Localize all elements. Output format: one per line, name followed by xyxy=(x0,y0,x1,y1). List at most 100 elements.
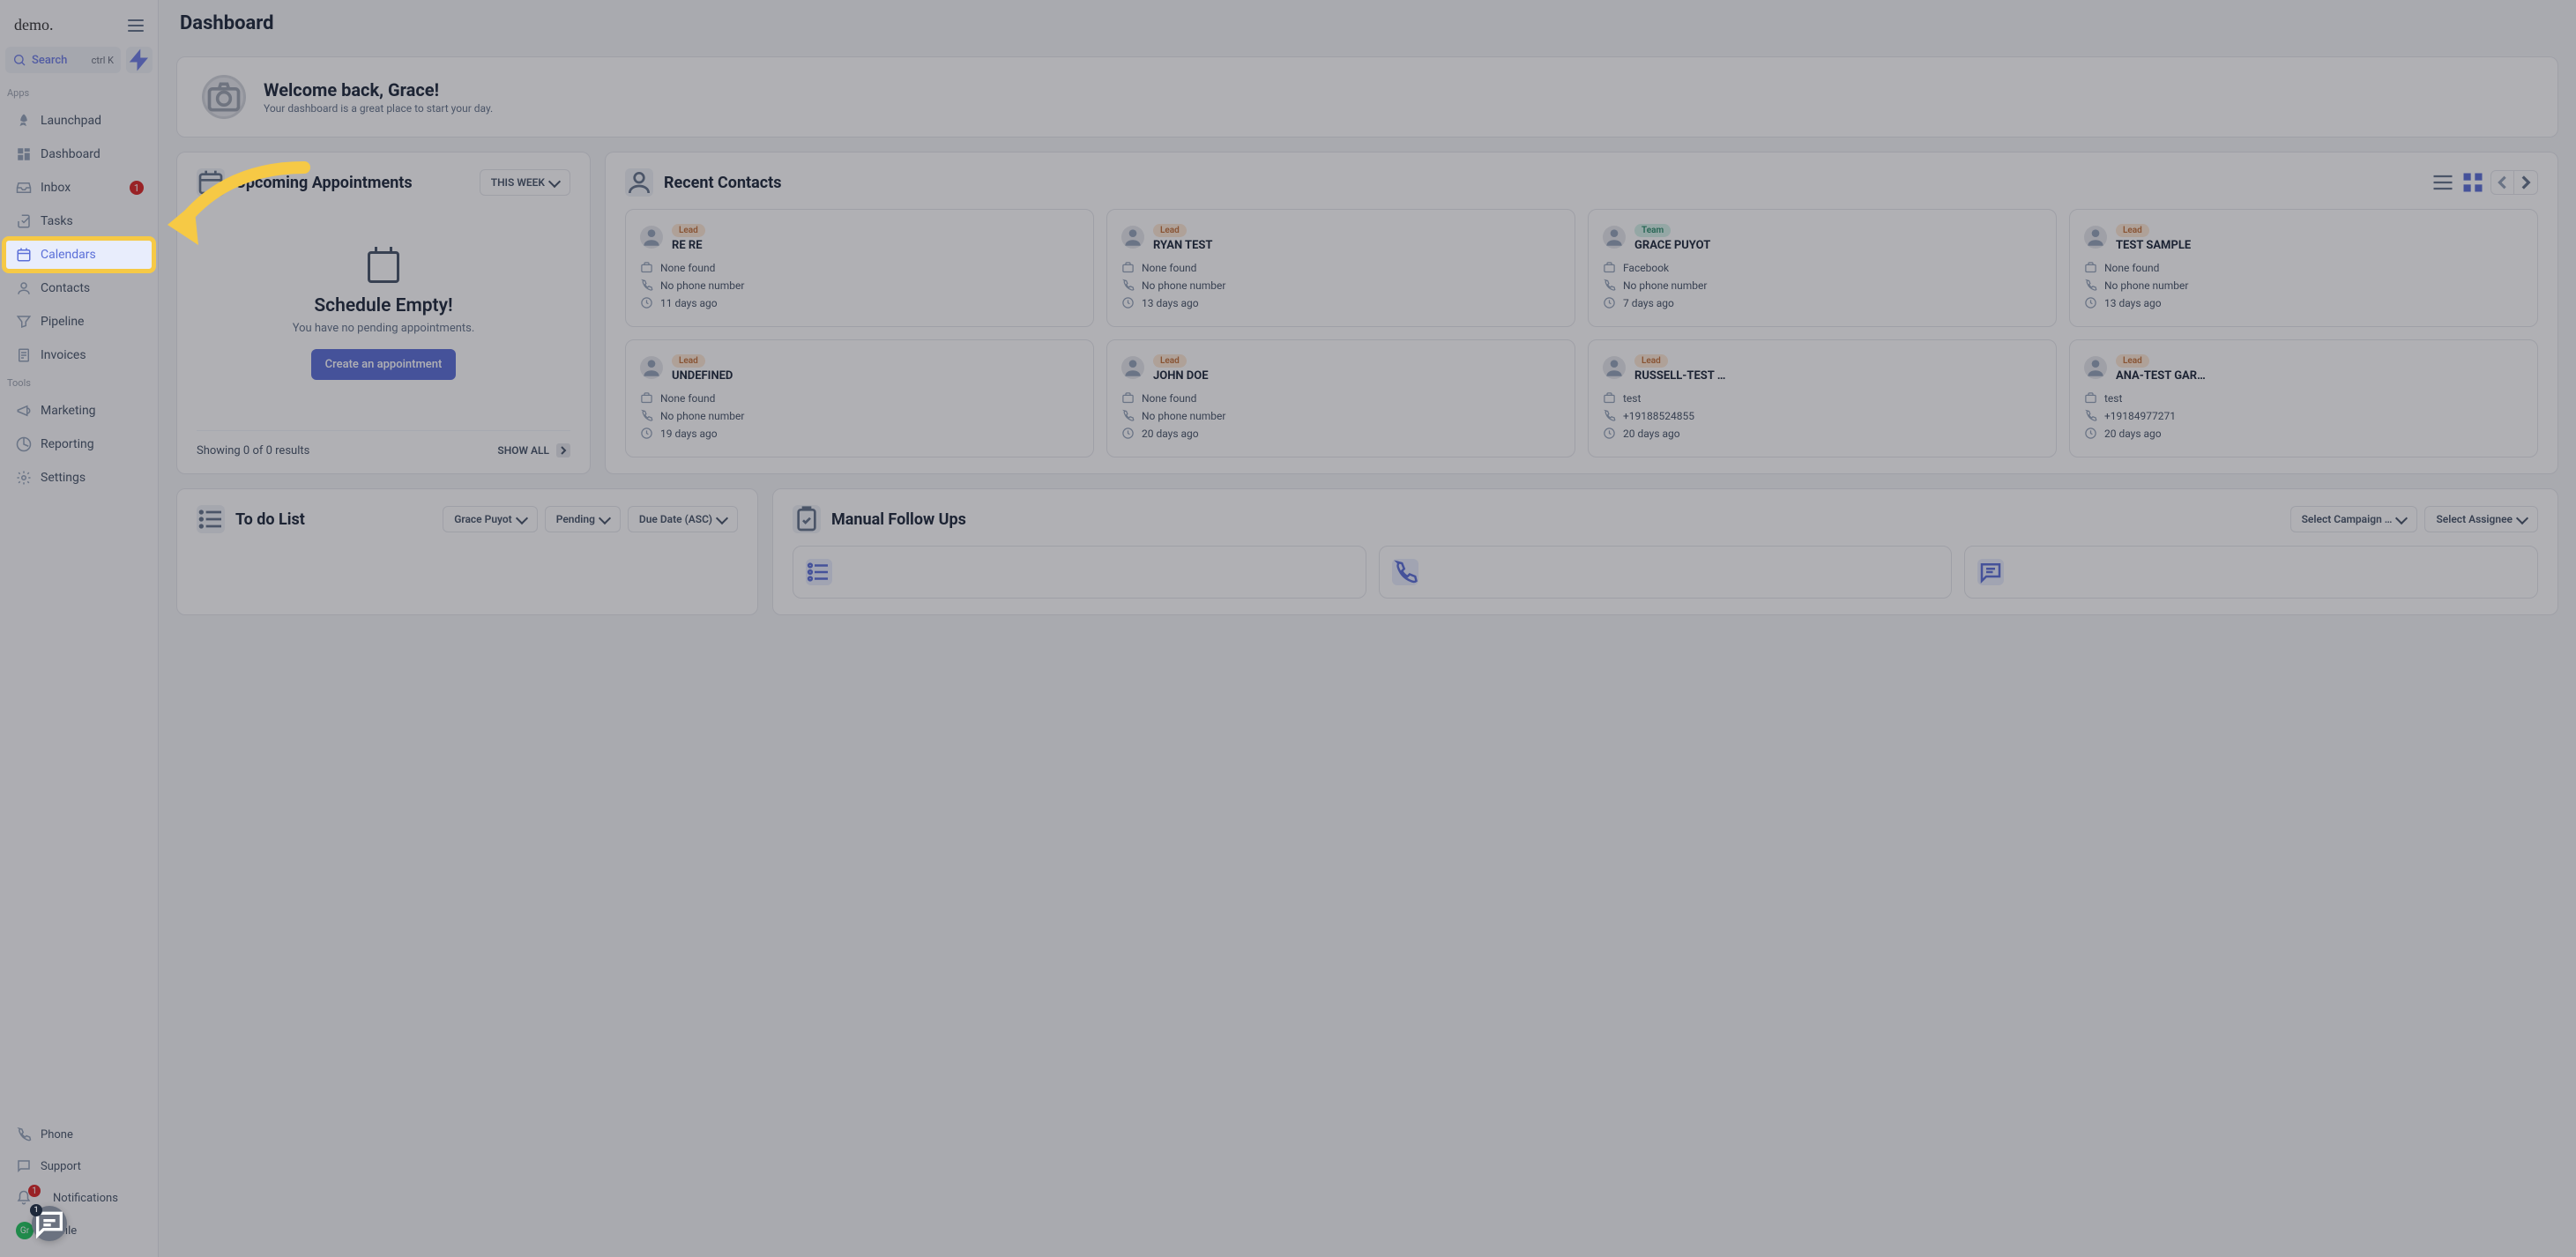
todo-sort-filter[interactable]: Due Date (ASC) xyxy=(628,506,738,532)
avatar-icon xyxy=(1121,356,1144,379)
sidebar-collapse-button[interactable] xyxy=(128,19,144,32)
contact-card[interactable]: Lead JOHN DOE None found No phone number… xyxy=(1106,339,1575,457)
grid-view-button[interactable] xyxy=(2461,170,2485,195)
sidebar-item-launchpad[interactable]: Launchpad xyxy=(5,106,153,136)
upcoming-appointments-card: Upcoming Appointments THIS WEEK Schedule… xyxy=(176,152,591,474)
chevron-down-icon xyxy=(716,511,728,524)
contact-card[interactable]: Lead ANA-TEST GAR… test +19184977271 20 … xyxy=(2069,339,2538,457)
sidebar-item-label: Inbox xyxy=(41,181,71,195)
chevron-down-icon xyxy=(599,511,611,524)
pipeline-icon xyxy=(16,314,32,330)
contact-name: TEST SAMPLE xyxy=(2116,239,2523,252)
inbox-badge: 1 xyxy=(130,181,144,195)
welcome-card: Welcome back, Grace! Your dashboard is a… xyxy=(176,56,2558,138)
clock-icon xyxy=(1603,427,1616,440)
sidebar: demo. Search ctrl K Apps Launchpad Dashb… xyxy=(0,0,159,1257)
contact-tag: Lead xyxy=(1634,354,1668,368)
clock-icon xyxy=(2084,296,2097,309)
sidebar-item-dashboard[interactable]: Dashboard xyxy=(5,139,153,169)
sidebar-item-settings[interactable]: Settings xyxy=(5,463,153,493)
chevron-down-icon xyxy=(2395,511,2408,524)
briefcase-icon xyxy=(1603,391,1616,405)
sidebar-item-pipeline[interactable]: Pipeline xyxy=(5,307,153,337)
sidebar-item-phone[interactable]: Phone xyxy=(5,1119,153,1149)
empty-title: Schedule Empty! xyxy=(314,295,452,316)
contact-card[interactable]: Lead RYAN TEST None found No phone numbe… xyxy=(1106,209,1575,327)
appointments-range-dropdown[interactable]: THIS WEEK xyxy=(480,169,570,196)
sidebar-item-calendars[interactable]: Calendars xyxy=(5,240,153,270)
contact-time: 20 days ago xyxy=(2104,428,2162,440)
main: Dashboard Welcome back, Grace! Your dash… xyxy=(159,0,2576,1257)
notif-badge: 1 xyxy=(28,1185,41,1197)
followup-tasks-box[interactable] xyxy=(793,546,1366,599)
chevron-down-icon xyxy=(516,511,528,524)
welcome-subtitle: Your dashboard is a great place to start… xyxy=(264,102,493,115)
avatar-icon xyxy=(640,226,663,249)
sidebar-item-notifications[interactable]: 1 Notifications xyxy=(5,1183,153,1213)
contact-card[interactable]: Lead TEST SAMPLE None found No phone num… xyxy=(2069,209,2538,327)
sidebar-item-label: Settings xyxy=(41,471,86,485)
contact-tag: Lead xyxy=(672,354,705,368)
clipboard-check-icon xyxy=(793,505,821,533)
sidebar-item-invoices[interactable]: Invoices xyxy=(5,340,153,370)
sidebar-item-marketing[interactable]: Marketing xyxy=(5,396,153,426)
sidebar-item-label: Notifications xyxy=(53,1192,118,1205)
sidebar-item-label: Reporting xyxy=(41,437,94,451)
chevron-right-icon xyxy=(556,443,570,457)
sidebar-item-tasks[interactable]: Tasks xyxy=(5,206,153,236)
followups-assignee-filter[interactable]: Select Assignee xyxy=(2424,506,2538,532)
contact-name: GRACE PUYOT xyxy=(1634,239,2042,252)
phone-icon xyxy=(640,409,653,422)
followup-messages-box[interactable] xyxy=(1964,546,2538,599)
sidebar-item-reporting[interactable]: Reporting xyxy=(5,429,153,459)
clock-icon xyxy=(2084,427,2097,440)
contact-name: ANA-TEST GAR… xyxy=(2116,369,2523,383)
message-icon xyxy=(1977,559,2004,585)
sidebar-item-support[interactable]: Support xyxy=(5,1151,153,1181)
camera-icon[interactable] xyxy=(202,75,246,119)
contact-card[interactable]: Team GRACE PUYOT Facebook No phone numbe… xyxy=(1588,209,2057,327)
contact-time: 19 days ago xyxy=(660,428,718,440)
search-icon xyxy=(12,53,26,67)
card-title-text: Upcoming Appointments xyxy=(235,174,413,192)
todo-user-filter[interactable]: Grace Puyot xyxy=(443,506,538,532)
section-tools-label: Tools xyxy=(0,372,158,394)
followups-campaign-filter[interactable]: Select Campaign … xyxy=(2290,506,2418,532)
contact-company: None found xyxy=(660,392,715,405)
sidebar-item-contacts[interactable]: Contacts xyxy=(5,273,153,303)
contact-tag: Lead xyxy=(1153,224,1187,237)
contacts-next-button[interactable] xyxy=(2514,171,2537,194)
contact-name: RE RE xyxy=(672,239,1079,252)
contact-card[interactable]: Lead UNDEFINED None found No phone numbe… xyxy=(625,339,1094,457)
contact-card[interactable]: Lead RUSSELL-TEST … test +19188524855 20… xyxy=(1588,339,2057,457)
sidebar-item-label: Marketing xyxy=(41,404,96,418)
todo-status-filter[interactable]: Pending xyxy=(545,506,621,532)
clock-icon xyxy=(640,427,653,440)
followup-calls-box[interactable] xyxy=(1379,546,1953,599)
search-button[interactable]: Search ctrl K xyxy=(5,47,121,73)
contact-name: JOHN DOE xyxy=(1153,369,1560,383)
sidebar-item-inbox[interactable]: Inbox 1 xyxy=(5,173,153,203)
phone-icon xyxy=(2084,409,2097,422)
calendar-icon xyxy=(197,168,225,197)
contact-card[interactable]: Lead RE RE None found No phone number 11… xyxy=(625,209,1094,327)
quick-actions-button[interactable] xyxy=(126,47,153,73)
show-all-button[interactable]: SHOW ALL xyxy=(497,443,570,457)
sidebar-item-label: Launchpad xyxy=(41,114,101,128)
phone-icon xyxy=(1392,559,1418,585)
contact-phone: No phone number xyxy=(1623,279,1707,292)
sidebar-item-profile[interactable]: Gr Profile xyxy=(5,1215,153,1246)
contact-phone: No phone number xyxy=(660,279,744,292)
create-appointment-button[interactable]: Create an appointment xyxy=(311,349,457,380)
contact-company: None found xyxy=(1142,262,1196,274)
contacts-prev-button[interactable] xyxy=(2491,171,2514,194)
clock-icon xyxy=(1121,296,1135,309)
empty-message: You have no pending appointments. xyxy=(293,322,475,335)
sidebar-item-label: Contacts xyxy=(41,281,90,295)
chat-widget[interactable]: 1 xyxy=(32,1206,67,1241)
briefcase-icon xyxy=(1121,261,1135,274)
contact-name: RYAN TEST xyxy=(1153,239,1560,252)
contact-time: 11 days ago xyxy=(660,297,718,309)
list-view-button[interactable] xyxy=(2431,170,2455,195)
clock-icon xyxy=(1603,296,1616,309)
